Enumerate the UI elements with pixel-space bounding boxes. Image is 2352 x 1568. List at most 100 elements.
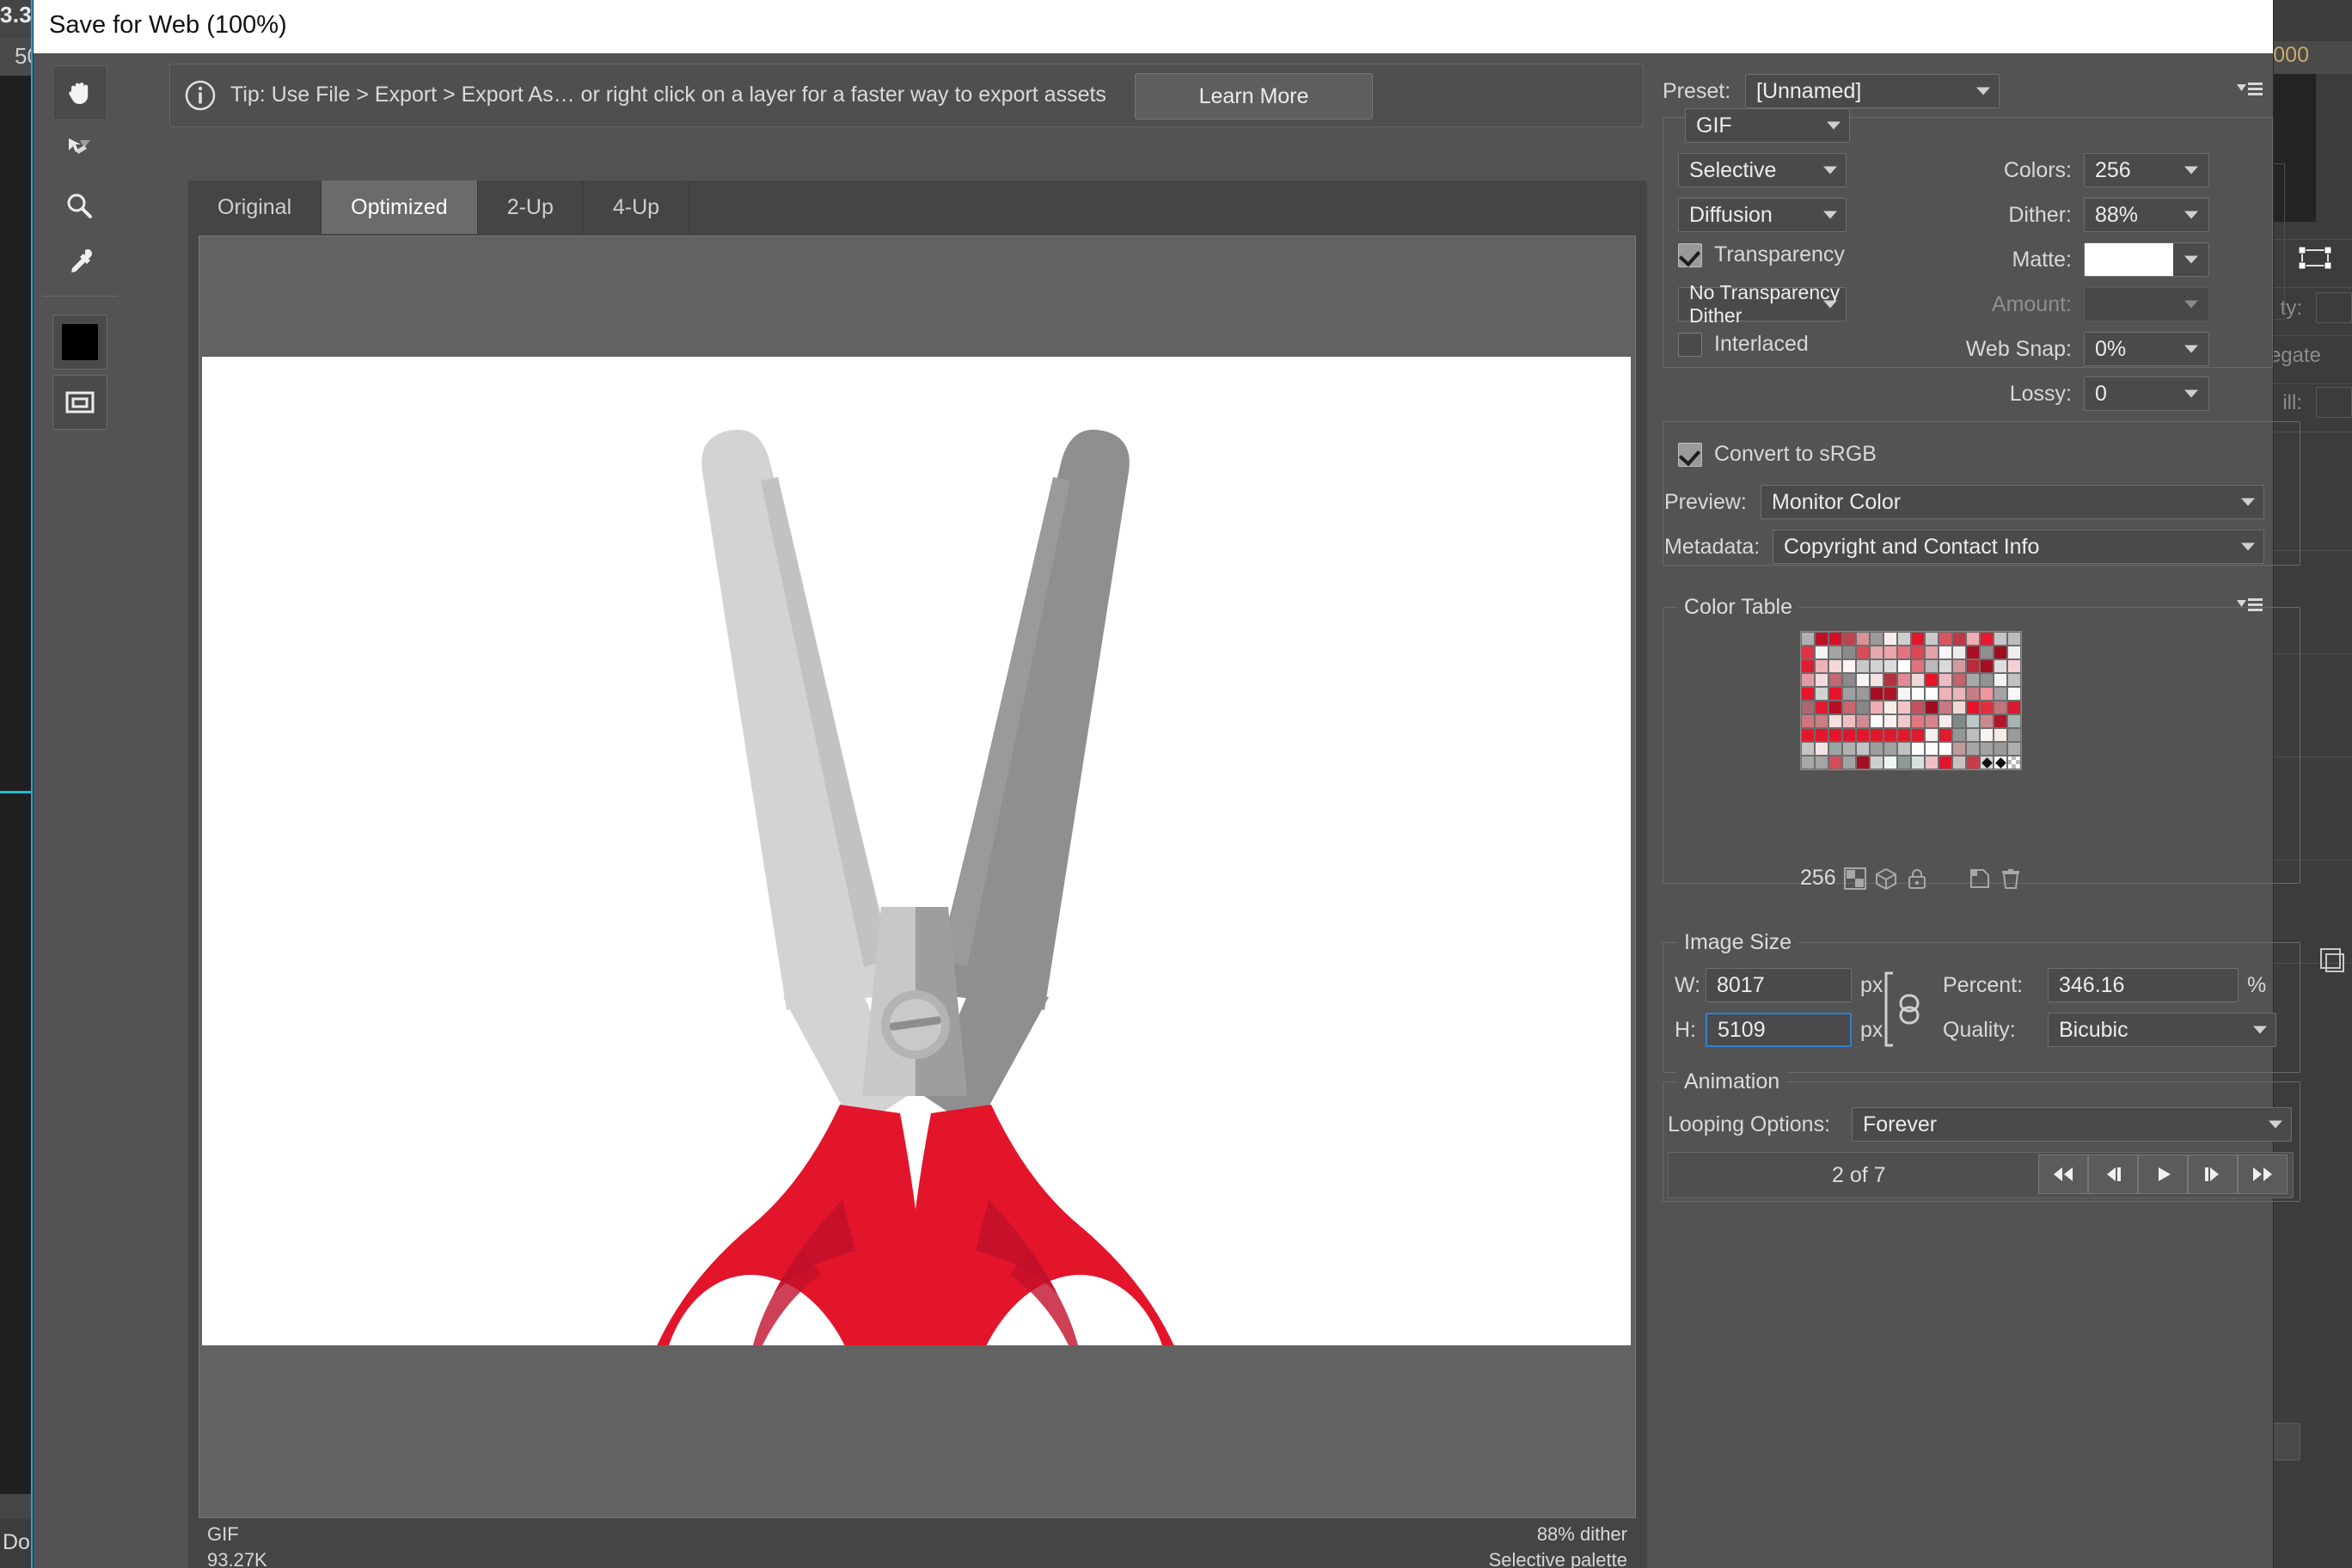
color-swatch[interactable]	[1925, 728, 1939, 742]
last-frame-button[interactable]	[2238, 1155, 2288, 1194]
interlaced-row[interactable]: Interlaced	[1678, 332, 1809, 357]
color-swatch[interactable]	[1939, 701, 1952, 714]
color-swatch[interactable]	[1952, 673, 1966, 687]
color-swatch[interactable]	[2007, 742, 2021, 756]
color-swatch[interactable]	[1925, 673, 1939, 687]
color-swatch[interactable]	[1911, 632, 1925, 646]
color-swatch[interactable]	[1856, 673, 1870, 687]
transparency-row[interactable]: Transparency	[1678, 242, 1845, 267]
color-swatch[interactable]	[1842, 687, 1856, 701]
color-swatch[interactable]	[1842, 756, 1856, 769]
color-swatch[interactable]	[1815, 756, 1828, 769]
color-swatch[interactable]	[1801, 714, 1815, 728]
color-swatch[interactable]	[1801, 701, 1815, 714]
color-swatch[interactable]	[1994, 659, 2007, 673]
colors-field[interactable]: 256	[2084, 153, 2173, 187]
color-swatch[interactable]	[1966, 714, 1980, 728]
matte-stepper[interactable]	[2173, 242, 2209, 277]
color-swatch[interactable]	[1925, 756, 1939, 769]
color-swatch[interactable]	[1856, 687, 1870, 701]
color-swatch[interactable]	[1828, 701, 1842, 714]
percent-field[interactable]: 346.16	[2048, 968, 2239, 1002]
dither-stepper[interactable]	[2173, 198, 2209, 232]
color-swatch[interactable]	[1815, 714, 1828, 728]
color-swatch[interactable]	[2007, 756, 2021, 769]
color-swatch[interactable]	[1994, 646, 2007, 659]
toggle-slices-visibility[interactable]	[52, 375, 107, 430]
color-swatch[interactable]	[1980, 714, 1994, 728]
transparency-dither-select[interactable]: No Transparency Dither	[1678, 281, 1847, 327]
color-swatch[interactable]	[1870, 646, 1883, 659]
tab-2up[interactable]: 2-Up	[477, 181, 584, 234]
color-reduction-select[interactable]: Selective	[1678, 153, 1847, 187]
color-swatch[interactable]	[1980, 756, 1994, 769]
color-swatch[interactable]	[1856, 714, 1870, 728]
color-swatch[interactable]	[1842, 673, 1856, 687]
color-swatch[interactable]	[1897, 714, 1911, 728]
zoom-tool[interactable]	[52, 179, 106, 232]
color-swatch[interactable]	[1939, 756, 1952, 769]
web-safe-cube-icon[interactable]	[1875, 867, 1897, 890]
background-panel-tool-icon[interactable]	[2316, 942, 2349, 977]
color-swatch[interactable]	[1856, 632, 1870, 646]
color-swatch[interactable]	[1966, 687, 1980, 701]
color-swatch[interactable]	[1980, 728, 1994, 742]
color-swatch[interactable]	[1994, 687, 2007, 701]
color-swatch[interactable]	[1952, 687, 1966, 701]
color-swatch[interactable]	[2007, 632, 2021, 646]
color-swatch[interactable]	[1994, 714, 2007, 728]
web-snap-stepper[interactable]	[2173, 332, 2209, 366]
color-swatch[interactable]	[1980, 646, 1994, 659]
color-swatch[interactable]	[1856, 728, 1870, 742]
color-swatch[interactable]	[1842, 632, 1856, 646]
color-swatch[interactable]	[1966, 659, 1980, 673]
color-swatch[interactable]	[1897, 646, 1911, 659]
color-swatch[interactable]	[1925, 701, 1939, 714]
width-field[interactable]: 8017	[1706, 968, 1852, 1002]
colors-stepper[interactable]	[2173, 153, 2209, 187]
color-swatch[interactable]	[1966, 742, 1980, 756]
eyedropper-color-swatch[interactable]	[52, 315, 107, 370]
color-swatch[interactable]	[1939, 673, 1952, 687]
color-swatch[interactable]	[1911, 673, 1925, 687]
color-swatch[interactable]	[1828, 728, 1842, 742]
color-swatch[interactable]	[1870, 659, 1883, 673]
color-swatch[interactable]	[1952, 632, 1966, 646]
tab-4up[interactable]: 4-Up	[583, 181, 690, 234]
color-swatch[interactable]	[1828, 756, 1842, 769]
lossy-stepper[interactable]	[2173, 377, 2209, 411]
preview-cm-select[interactable]: Monitor Color	[1761, 485, 2264, 519]
color-swatch[interactable]	[1801, 659, 1815, 673]
color-swatch[interactable]	[1828, 673, 1842, 687]
eyedropper-tool[interactable]	[52, 236, 106, 289]
hand-tool[interactable]	[52, 65, 107, 120]
color-swatch[interactable]	[1842, 742, 1856, 756]
color-swatch[interactable]	[1939, 632, 1952, 646]
color-swatch[interactable]	[1883, 756, 1897, 769]
color-swatch[interactable]	[1952, 756, 1966, 769]
delete-color-icon[interactable]	[2000, 867, 2022, 890]
color-swatch[interactable]	[1801, 646, 1815, 659]
color-swatch[interactable]	[2007, 646, 2021, 659]
convert-srgb-row[interactable]: Convert to sRGB	[1678, 442, 1877, 467]
color-swatch[interactable]	[1966, 632, 1980, 646]
color-swatch[interactable]	[1897, 659, 1911, 673]
color-swatch[interactable]	[1828, 659, 1842, 673]
preset-select[interactable]: [Unnamed]	[1745, 74, 2000, 108]
color-swatch[interactable]	[1815, 673, 1828, 687]
previous-frame-button[interactable]	[2088, 1155, 2138, 1194]
color-swatch[interactable]	[1966, 756, 1980, 769]
quality-select[interactable]: Bicubic	[2048, 1013, 2276, 1047]
color-swatch[interactable]	[1994, 701, 2007, 714]
color-swatch[interactable]	[1911, 646, 1925, 659]
color-swatch[interactable]	[1815, 728, 1828, 742]
color-swatch[interactable]	[1801, 673, 1815, 687]
color-swatch[interactable]	[1911, 714, 1925, 728]
color-swatch[interactable]	[1952, 646, 1966, 659]
color-swatch[interactable]	[1801, 687, 1815, 701]
color-swatch[interactable]	[1980, 673, 1994, 687]
color-swatch[interactable]	[1925, 742, 1939, 756]
color-swatch[interactable]	[1911, 756, 1925, 769]
color-table-panel-menu-icon[interactable]	[2237, 595, 2263, 616]
color-swatch[interactable]	[1966, 701, 1980, 714]
